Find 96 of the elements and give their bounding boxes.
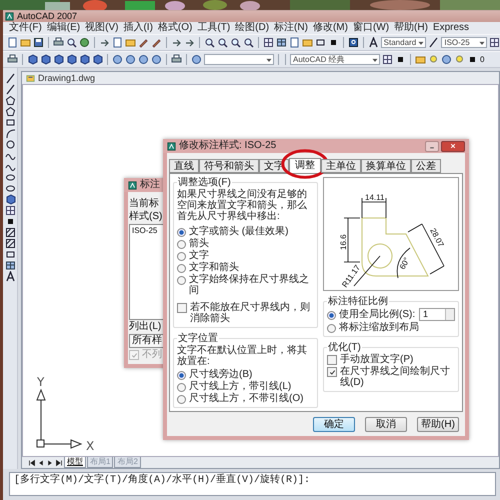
dialog-button[interactable]: 帮助(H) [417,417,459,432]
close-button[interactable] [441,140,465,152]
radio-button[interactable] [177,395,186,404]
close-icon [449,142,457,150]
first-icon [28,458,36,466]
menu-item[interactable]: 插入(I) [123,22,153,34]
radio-button[interactable] [177,276,186,285]
layout-tab[interactable]: 模型 [64,457,86,468]
option-label: 在尺寸界线之间绘制尺寸线(D) [340,366,451,388]
check-icon [328,368,336,376]
menu-item[interactable]: 编辑(E) [46,22,80,34]
styles-list[interactable]: ISO-25 [129,224,165,320]
tab[interactable]: 调整 [289,158,321,173]
dimension-value: 60° [398,256,412,271]
minimize-button[interactable] [425,140,439,152]
dialog-title: 标注 [140,178,160,192]
option-label: 手动放置文字(P) [340,354,414,365]
first-tab-button[interactable] [28,458,36,466]
radio-button[interactable] [177,264,186,273]
checkbox[interactable] [177,303,187,313]
layer-name: 0 [480,54,484,66]
radio-button[interactable] [177,371,186,380]
document-tab[interactable]: Drawing1.dwg [38,73,96,83]
option-label: 将标注缩放到布局 [339,322,419,333]
radio-button[interactable] [327,311,336,320]
menu-item[interactable]: 修改(M) [312,22,348,34]
list-dropdown[interactable]: 所有样 [129,334,165,348]
radio-button[interactable] [327,324,336,333]
menu-item[interactable]: Express [432,22,470,34]
option-label: 不列 [142,349,162,360]
option-label: 尺寸线旁边(B) [189,369,252,380]
color-swatch-icon [467,54,478,65]
option-label: 文字和箭头 [189,262,239,273]
group-title: 文字位置 [177,333,219,344]
group-title: 调整选项(F) [177,177,232,188]
option-label: 文字或箭头 (最佳效果) [189,226,288,237]
dimension-value: 16.6 [339,234,348,250]
command-text: [多行文字(M)/文字(T)/角度(A)/水平(H)/垂直(V)/旋转(R)]: [14,475,312,487]
last-tab-button[interactable] [55,458,63,466]
fit-description: 如果尺寸界线之间没有足够的空间来放置文字和箭头，那么首先从尺寸界线中移出: [177,189,308,222]
radio-button[interactable] [177,228,186,237]
last-icon [55,458,63,466]
next-tab-button[interactable] [46,458,54,466]
menu-item[interactable]: 绘图(D) [235,22,270,34]
check-icon [130,352,138,358]
dimension-style-dropdown[interactable]: ISO-25 [441,37,488,48]
menu-item[interactable]: 窗口(W) [352,22,390,34]
ucs-axes-icon [36,388,82,449]
list-label: 列出(L) [129,321,162,333]
menu-item[interactable]: 标注(N) [274,22,308,34]
dimension-value: 14.11 [365,193,384,202]
menu-item[interactable]: 视图(V) [85,22,118,34]
menu-item[interactable]: 工具(T) [197,22,230,34]
x-axis-label: X [86,439,94,453]
part-outline-drawing [362,218,428,276]
dialog-icon [167,142,176,150]
option-label: 若不能放在尺寸界线内，则消除箭头 [190,302,311,324]
scale-spinner[interactable]: 1 [419,308,455,321]
style-item[interactable]: ISO-25 [132,226,162,236]
tab[interactable]: 符号和箭头 [199,159,259,173]
menu-item[interactable]: 格式(O) [158,22,192,34]
y-axis-label: Y [37,375,44,389]
dialog-title: 修改标注样式: ISO-25 [179,139,276,153]
placement-description: 文字不在默认位置上时，将其放置在: [177,345,308,367]
radio-button[interactable] [177,383,186,392]
current-style-label: 当前标 [129,198,160,210]
text-style-dropdown[interactable]: Standard [380,37,426,48]
radio-button[interactable] [177,240,186,249]
viewport-dropdown[interactable] [204,54,274,65]
drawing-file-icon [26,74,35,82]
dialog-button[interactable]: 确定 [313,417,355,432]
tab[interactable]: 换算单位 [361,159,411,173]
option-label: 箭头 [189,238,209,249]
dialog-button[interactable]: 取消 [365,417,407,432]
previous-tab-button[interactable] [37,458,45,466]
tab[interactable]: 主单位 [321,159,361,173]
app-logo-icon [5,12,14,21]
tab[interactable]: 公差 [411,159,441,173]
styles-label: 样式(S) [129,211,164,223]
checkbox[interactable] [327,367,337,377]
option-label: 文字 [189,250,209,261]
window-title: AutoCAD 2007 [17,11,78,22]
radio-button[interactable] [177,252,186,261]
dialog-icon [128,180,137,190]
option-label: 使用全局比例(S): [339,309,416,320]
group-title: 优化(T) [327,342,362,353]
lightbulb-icon [428,54,439,65]
option-label: 文字始终保持在尺寸界线之间 [189,274,310,296]
menu-item[interactable]: 文件(F) [9,22,42,34]
option-label: 尺寸线上方，带引线(L) [189,381,292,392]
menu-item[interactable]: 帮助(H) [394,22,428,34]
tab[interactable]: 直线 [169,159,199,173]
group-title: 标注特征比例 [327,296,389,307]
checkbox[interactable] [327,355,337,365]
workspace-dropdown[interactable]: AutoCAD 经典 [290,54,380,65]
option-label: 尺寸线上方，不带引线(O) [189,393,304,404]
